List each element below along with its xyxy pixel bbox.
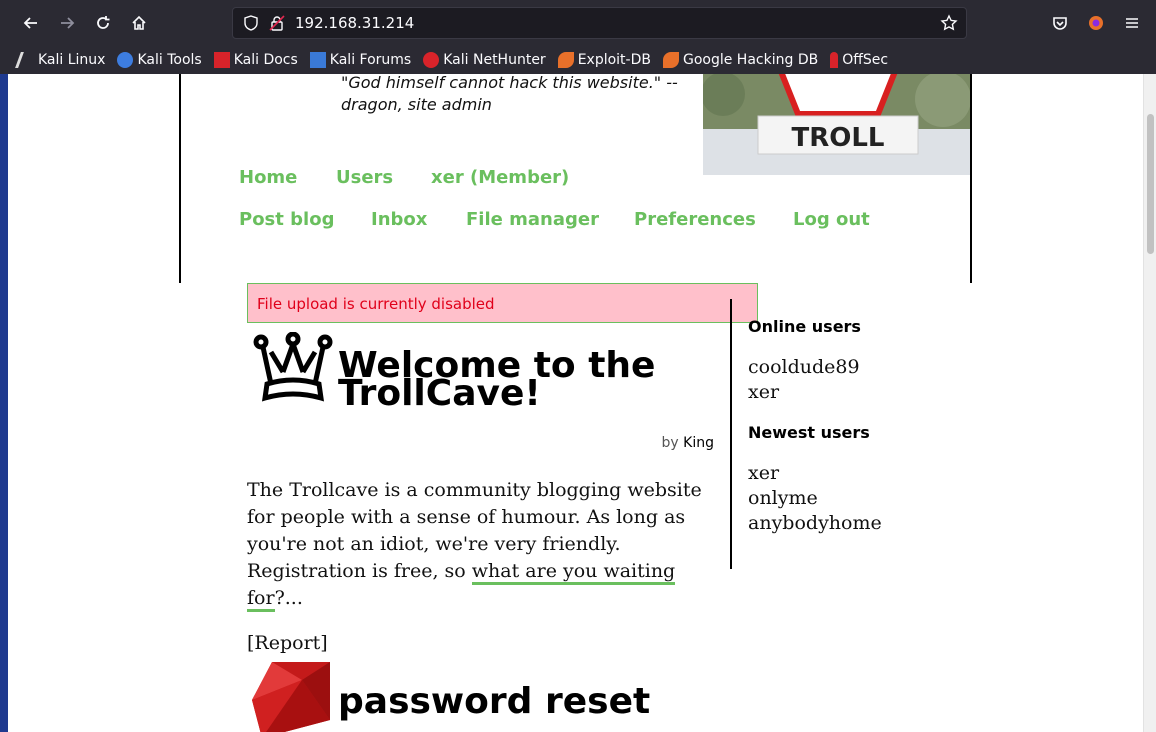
offsec-icon	[830, 52, 839, 68]
alert-text: File upload is currently disabled	[257, 295, 495, 313]
nav-home[interactable]: Home	[239, 167, 297, 188]
browser-toolbar: 192.168.31.214	[0, 0, 1156, 46]
ruby-gem-icon	[252, 662, 330, 732]
exploit-db-icon	[557, 52, 574, 68]
kali-docs-icon	[213, 52, 230, 68]
online-users-heading: Online users	[748, 317, 861, 336]
nav-inbox[interactable]: Inbox	[371, 209, 427, 230]
page-scrollbar[interactable]	[1143, 74, 1156, 732]
nav-post-blog[interactable]: Post blog	[239, 209, 334, 230]
insecure-lock-icon[interactable]	[269, 15, 285, 31]
bookmark-kali-forums[interactable]: Kali Forums	[309, 52, 411, 68]
online-user-link[interactable]: cooldude89	[748, 356, 860, 378]
site-quote: "God himself cannot hack this website." …	[341, 74, 678, 114]
pocket-icon	[1053, 17, 1067, 30]
bookmark-exploit-db[interactable]: Exploit-DB	[557, 52, 651, 68]
bookmark-kali-nethunter[interactable]: Kali NetHunter	[423, 52, 546, 68]
arrow-left-icon	[23, 17, 37, 29]
hamburger-menu-icon	[1126, 18, 1138, 28]
byline-prefix: by	[661, 435, 679, 451]
troll-sign-image: TROLL	[703, 74, 970, 175]
bookmarks-bar: Kali Linux Kali Tools Kali Docs Kali For…	[0, 46, 1156, 74]
menu-button[interactable]	[1117, 8, 1147, 38]
nav-users[interactable]: Users	[336, 167, 393, 188]
scrollbar-thumb[interactable]	[1147, 114, 1154, 254]
kali-forums-icon	[309, 52, 326, 68]
page-viewport: "God himself cannot hack this website." …	[0, 74, 1156, 732]
bookmark-kali-linux[interactable]: Kali Linux	[15, 52, 105, 68]
nav-logout[interactable]: Log out	[793, 209, 870, 230]
post-body-end: ?...	[274, 587, 303, 609]
back-button[interactable]	[16, 8, 46, 38]
extension-avatar-icon	[1089, 16, 1103, 30]
post-byline: by King	[560, 435, 714, 451]
home-icon	[132, 15, 146, 30]
ghdb-icon	[662, 52, 679, 68]
online-user-link[interactable]: xer	[748, 381, 779, 403]
arrow-right-icon	[61, 17, 75, 29]
troll-sign-text: TROLL	[792, 123, 885, 153]
newest-user-link[interactable]: onlyme	[748, 487, 818, 509]
nav-file-manager[interactable]: File manager	[466, 209, 599, 230]
forward-button[interactable]	[52, 8, 82, 38]
bookmark-kali-tools[interactable]: Kali Tools	[117, 52, 202, 68]
bookmark-google-hacking-db[interactable]: Google Hacking DB	[662, 52, 818, 68]
newest-user-link[interactable]: xer	[748, 462, 779, 484]
url-text[interactable]: 192.168.31.214	[295, 14, 414, 32]
report-link[interactable]: [Report]	[247, 632, 328, 654]
sidebar-divider	[730, 299, 732, 569]
address-bar[interactable]: 192.168.31.214	[232, 7, 967, 39]
nethunter-icon	[423, 52, 440, 68]
bookmark-offsec[interactable]: OffSec	[830, 52, 888, 68]
bookmark-kali-docs[interactable]: Kali Docs	[213, 52, 298, 68]
post-author-link[interactable]: King	[683, 435, 714, 451]
post-title-password-reset[interactable]: password reset	[338, 681, 650, 722]
kali-dragon-icon	[15, 52, 37, 68]
upload-disabled-alert: File upload is currently disabled	[247, 283, 758, 323]
nav-preferences[interactable]: Preferences	[634, 209, 756, 230]
desktop-edge	[0, 74, 8, 732]
crown-icon	[253, 332, 333, 402]
reload-icon	[97, 16, 110, 29]
kali-tools-icon	[117, 52, 134, 68]
post-title-welcome[interactable]: Welcome to the TrollCave!	[338, 348, 718, 412]
home-button[interactable]	[124, 8, 154, 38]
post-body: The Trollcave is a community blogging we…	[247, 477, 717, 612]
extension-button[interactable]	[1081, 8, 1111, 38]
nav-member-profile[interactable]: xer (Member)	[431, 167, 569, 188]
newest-user-link[interactable]: anybodyhome	[748, 512, 882, 534]
newest-users-heading: Newest users	[748, 423, 870, 442]
bookmark-star-icon[interactable]	[940, 14, 958, 32]
shield-icon[interactable]	[243, 15, 259, 31]
reload-button[interactable]	[88, 8, 118, 38]
pocket-button[interactable]	[1045, 8, 1075, 38]
